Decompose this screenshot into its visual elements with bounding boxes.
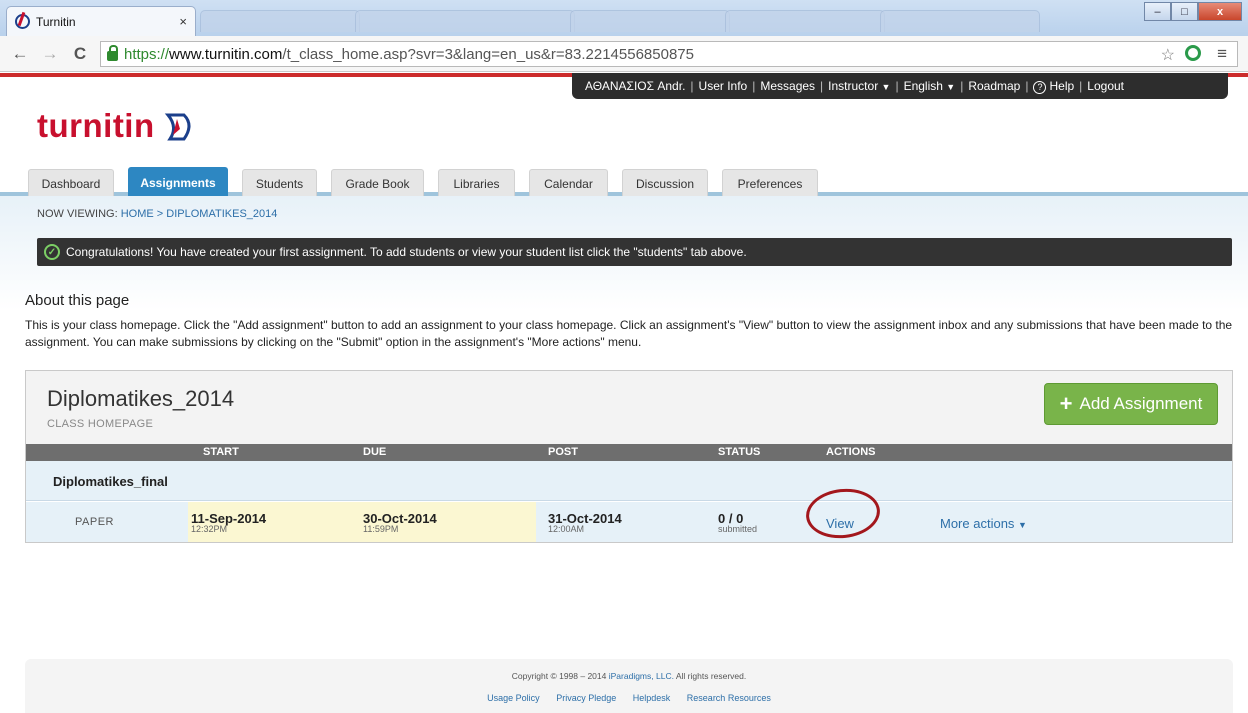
company-link[interactable]: iParadigms, LLC.	[609, 671, 674, 681]
caret-down-icon: ▼	[881, 82, 891, 92]
user-name-link[interactable]: ΑΘΑΝΑΣΙΟΣ Andr.	[585, 79, 685, 93]
separator: |	[960, 79, 964, 93]
class-subtitle: CLASS HOMEPAGE	[47, 418, 154, 430]
tab-students[interactable]: Students	[242, 169, 317, 197]
address-bar[interactable]: https://www.turnitin.com/t_class_home.as…	[100, 41, 1238, 67]
messages-link[interactable]: Messages	[760, 79, 815, 93]
more-actions-dropdown[interactable]: More actions ▼	[940, 516, 1027, 531]
separator: |	[1079, 79, 1083, 93]
browser-tab-background[interactable]	[725, 10, 885, 32]
separator: |	[1025, 79, 1029, 93]
reload-icon[interactable]: C	[70, 44, 90, 64]
research-resources-link[interactable]: Research Resources	[687, 693, 771, 703]
tab-calendar[interactable]: Calendar	[529, 169, 608, 197]
separator: |	[820, 79, 824, 93]
banner-message: Congratulations! You have created your f…	[66, 245, 747, 259]
assignment-row: Diplomatikes_final	[26, 461, 1232, 501]
browser-toolbar: ← → C https://www.turnitin.com/t_class_h…	[0, 36, 1248, 72]
tab-libraries[interactable]: Libraries	[438, 169, 515, 197]
main-nav-tabs: Dashboard Assignments Students Grade Boo…	[0, 164, 1248, 197]
col-due: DUE	[363, 446, 387, 458]
browser-tab-title: Turnitin	[36, 14, 76, 29]
tab-dashboard[interactable]: Dashboard	[28, 169, 114, 197]
privacy-pledge-link[interactable]: Privacy Pledge	[556, 693, 616, 703]
col-actions: ACTIONS	[826, 446, 876, 458]
class-panel: Diplomatikes_2014 CLASS HOMEPAGE + Add A…	[25, 370, 1233, 543]
breadcrumb-home-link[interactable]: HOME	[121, 208, 154, 220]
browser-menu-icon[interactable]: ≡	[1217, 44, 1227, 64]
caret-down-icon: ▼	[1018, 520, 1027, 530]
logo-text: turnitin	[37, 107, 155, 144]
assignment-table-header: START DUE POST STATUS ACTIONS	[26, 444, 1232, 461]
start-date: 11-Sep-2014 12:32PM	[191, 511, 267, 534]
post-date: 31-Oct-2014 12:00AM	[548, 511, 622, 534]
due-date: 30-Oct-2014 11:59PM	[363, 511, 437, 534]
separator: |	[895, 79, 899, 93]
usage-policy-link[interactable]: Usage Policy	[487, 693, 540, 703]
assignment-name: Diplomatikes_final	[53, 474, 168, 489]
separator: |	[690, 79, 694, 93]
forward-icon[interactable]: →	[40, 44, 60, 64]
browser-tab-background[interactable]	[200, 10, 360, 32]
roadmap-link[interactable]: Roadmap	[968, 79, 1020, 93]
helpdesk-link[interactable]: Helpdesk	[633, 693, 671, 703]
bookmark-star-icon[interactable]: ☆	[1161, 45, 1175, 65]
browser-tab-turnitin[interactable]: Turnitin ×	[6, 6, 196, 36]
breadcrumb: NOW VIEWING: HOME > DIPLOMATIKES_2014	[37, 208, 277, 220]
submission-status: 0 / 0 submitted	[718, 511, 758, 534]
window-controls: – □ x	[1144, 2, 1242, 21]
user-info-link[interactable]: User Info	[699, 79, 748, 93]
class-title: Diplomatikes_2014	[47, 386, 235, 411]
language-dropdown[interactable]: English ▼	[904, 79, 956, 93]
browser-titlebar: Turnitin × – □ x	[0, 0, 1248, 36]
check-circle-icon: ✓	[44, 244, 60, 260]
user-bar: ΑΘΑΝΑΣΙΟΣ Andr. | User Info | Messages |…	[572, 73, 1228, 99]
col-start: START	[203, 446, 239, 458]
role-dropdown[interactable]: Instructor ▼	[828, 79, 890, 93]
turnitin-favicon-icon	[15, 14, 30, 29]
footer: Copyright © 1998 – 2014 iParadigms, LLC.…	[25, 659, 1233, 713]
caret-down-icon: ▼	[946, 82, 956, 92]
class-header: Diplomatikes_2014 CLASS HOMEPAGE + Add A…	[26, 371, 1232, 444]
tab-preferences[interactable]: Preferences	[722, 169, 818, 197]
browser-tab-background[interactable]	[570, 10, 730, 32]
success-banner: ✓ Congratulations! You have created your…	[37, 238, 1232, 266]
browser-tab-background[interactable]	[355, 10, 575, 32]
about-text: This is your class homepage. Click the "…	[25, 318, 1233, 349]
footer-links: Usage Policy Privacy Pledge Helpdesk Res…	[25, 693, 1233, 703]
tab-grade-book[interactable]: Grade Book	[331, 169, 424, 197]
copyright-text: Copyright © 1998 – 2014 iParadigms, LLC.…	[511, 671, 747, 681]
tab-discussion[interactable]: Discussion	[622, 169, 708, 197]
close-window-button[interactable]: x	[1198, 2, 1242, 21]
logout-link[interactable]: Logout	[1087, 79, 1124, 93]
back-icon[interactable]: ←	[10, 44, 30, 64]
extension-icon[interactable]	[1185, 45, 1201, 61]
turnitin-logo[interactable]: turnitin	[37, 107, 198, 145]
breadcrumb-current[interactable]: DIPLOMATIKES_2014	[166, 208, 277, 220]
col-status: STATUS	[718, 446, 761, 458]
browser-tab-background[interactable]	[880, 10, 1040, 32]
add-assignment-label: Add Assignment	[1079, 394, 1203, 413]
paper-row: PAPER 11-Sep-2014 12:32PM 30-Oct-2014 11:5…	[26, 502, 1232, 542]
add-assignment-button[interactable]: + Add Assignment	[1044, 383, 1218, 425]
about-heading: About this page	[25, 292, 130, 309]
url-text: https://www.turnitin.com/t_class_home.as…	[124, 45, 694, 63]
tab-close-icon[interactable]: ×	[179, 14, 187, 29]
separator: |	[752, 79, 756, 93]
turnitin-logo-icon	[164, 113, 191, 141]
lock-icon	[107, 45, 118, 61]
breadcrumb-prefix: NOW VIEWING:	[37, 208, 118, 220]
help-link[interactable]: ? Help	[1033, 79, 1074, 94]
breadcrumb-separator: >	[156, 208, 164, 220]
minimize-button[interactable]: –	[1144, 2, 1171, 21]
help-icon: ?	[1033, 80, 1047, 94]
maximize-button[interactable]: □	[1171, 2, 1198, 21]
col-post: POST	[548, 446, 578, 458]
plus-icon: +	[1059, 391, 1073, 416]
paper-type: PAPER	[75, 516, 114, 528]
tab-assignments[interactable]: Assignments	[128, 167, 228, 197]
